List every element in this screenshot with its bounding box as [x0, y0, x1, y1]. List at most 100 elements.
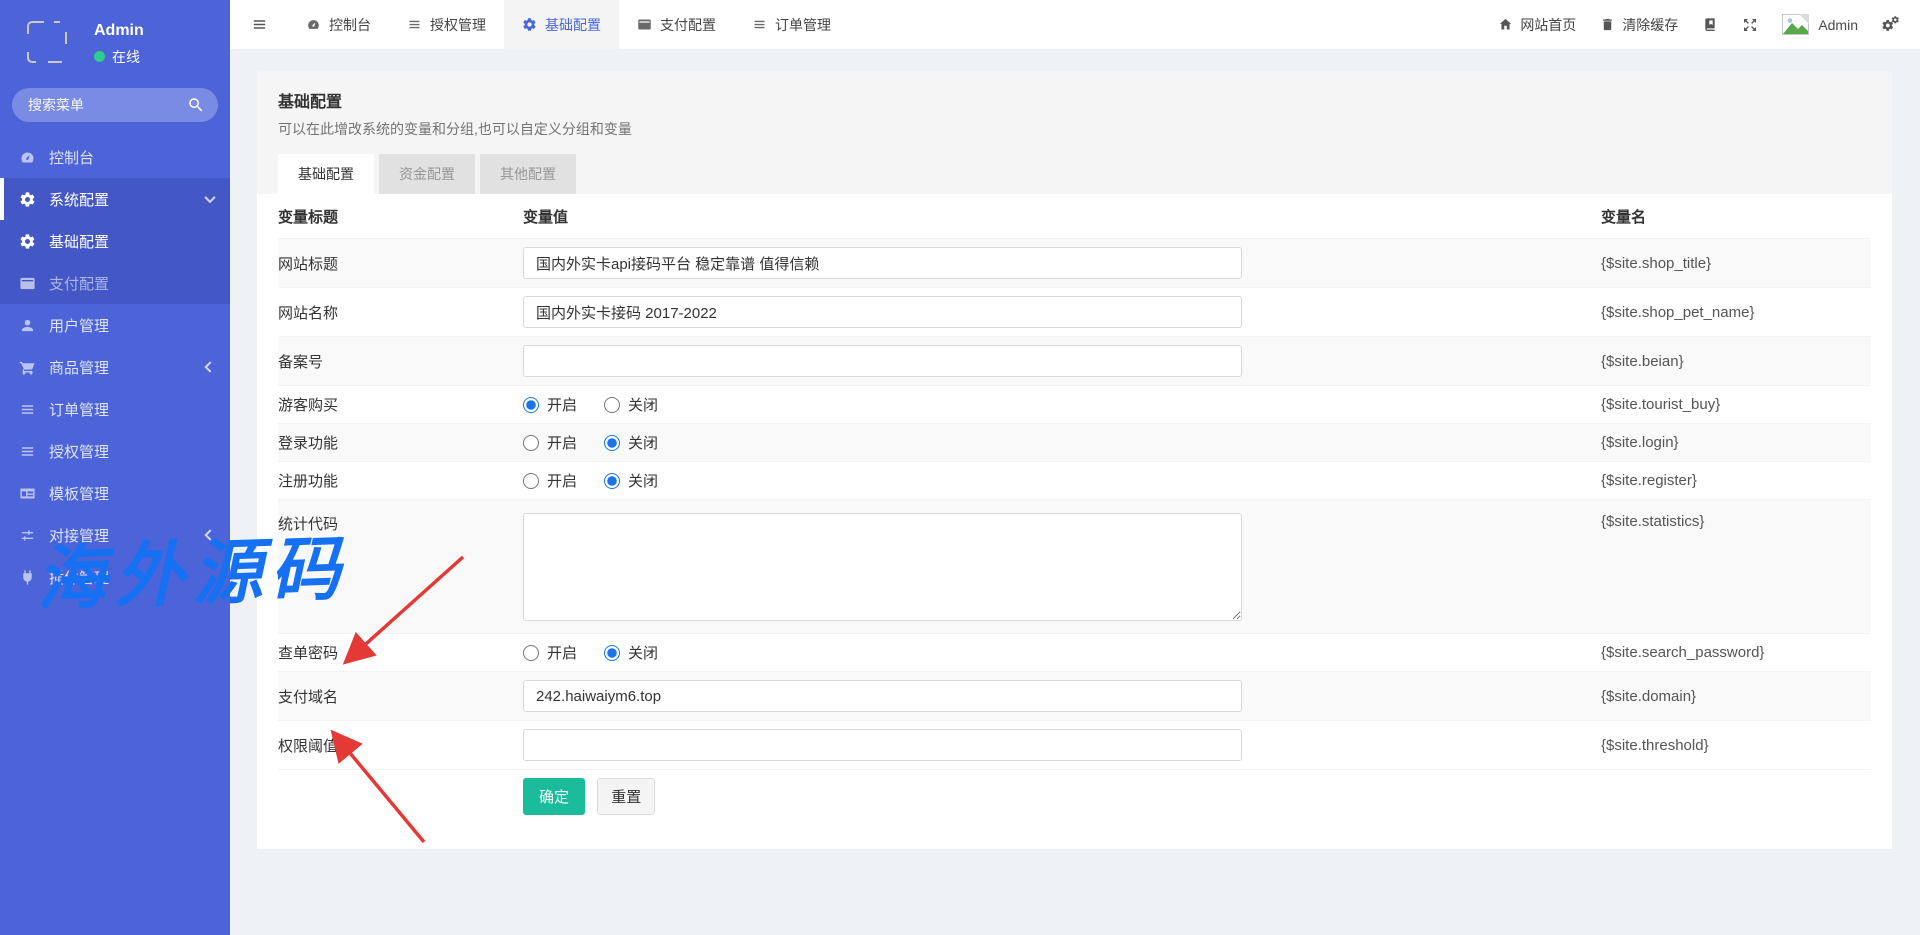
- col-header-title: 变量标题: [278, 194, 523, 239]
- sidebar-item-system-config[interactable]: 系统配置: [0, 178, 230, 220]
- settings-menu-button[interactable]: [1882, 16, 1900, 33]
- topbar-tabs: 控制台 授权管理 基础配置 支付配置 订单管理: [288, 0, 849, 49]
- user-icon: [19, 317, 36, 334]
- page-subtitle: 可以在此增改系统的变量和分组,也可以自定义分组和变量: [278, 119, 1871, 139]
- site-home-label: 网站首页: [1520, 15, 1576, 35]
- variable-name: {$site.shop_pet_name}: [1601, 288, 1871, 337]
- topbar-right: 网站首页 清除缓存: [1498, 0, 1920, 49]
- user-status: 在线: [94, 47, 144, 67]
- plug-icon: [19, 569, 36, 586]
- radio-option-off[interactable]: 关闭: [604, 432, 658, 453]
- tab-auth-management[interactable]: 授权管理: [389, 0, 504, 49]
- sidebar-item-payment-config[interactable]: 支付配置: [0, 262, 230, 304]
- radio-off[interactable]: [604, 473, 620, 489]
- tab-dashboard[interactable]: 控制台: [288, 0, 389, 49]
- site-title-input[interactable]: [523, 247, 1242, 279]
- table-row: 网站标题 {$site.shop_title}: [278, 239, 1871, 288]
- list-icon: [19, 401, 36, 418]
- sidebar-item-order-management[interactable]: 订单管理: [0, 388, 230, 430]
- radio-option-off[interactable]: 关闭: [604, 470, 658, 491]
- radio-label: 开启: [547, 432, 577, 453]
- reset-button[interactable]: 重置: [597, 778, 655, 815]
- login-radio-group: 开启 关闭: [523, 432, 1601, 453]
- clear-cache-button[interactable]: 清除缓存: [1600, 15, 1678, 35]
- sliders-icon: [19, 527, 36, 544]
- sidebar-item-template-management[interactable]: 模板管理: [0, 472, 230, 514]
- radio-on[interactable]: [523, 435, 539, 451]
- admin-username: Admin: [1818, 17, 1858, 33]
- radio-option-on[interactable]: 开启: [523, 642, 577, 663]
- col-header-value: 变量值: [523, 194, 1601, 239]
- table-row: 登录功能 开启 关闭: [278, 424, 1871, 462]
- icp-number-input[interactable]: [523, 345, 1242, 377]
- field-label: 登录功能: [278, 424, 523, 462]
- variable-name: {$site.tourist_buy}: [1601, 386, 1871, 424]
- radio-option-on[interactable]: 开启: [523, 470, 577, 491]
- radio-option-off[interactable]: 关闭: [604, 642, 658, 663]
- radio-off[interactable]: [604, 435, 620, 451]
- trash-icon: [1600, 17, 1615, 32]
- admin-user-menu[interactable]: Admin: [1782, 14, 1858, 35]
- sidebar-item-goods-management[interactable]: 商品管理: [0, 346, 230, 388]
- gauge-icon: [306, 17, 321, 32]
- radio-on[interactable]: [523, 397, 539, 413]
- search-password-radio-group: 开启 关闭: [523, 642, 1601, 663]
- gear-icon: [19, 233, 36, 250]
- field-label: 注册功能: [278, 462, 523, 500]
- sidebar-item-dashboard[interactable]: 控制台: [0, 136, 230, 178]
- tab-funds[interactable]: 资金配置: [379, 154, 475, 194]
- sidebar-item-label: 支付配置: [49, 273, 109, 294]
- tab-other[interactable]: 其他配置: [480, 154, 576, 194]
- tab-basic-config[interactable]: 基础配置: [504, 0, 619, 49]
- tab-basic[interactable]: 基础配置: [278, 154, 374, 194]
- sidebar-search: [12, 88, 218, 122]
- chevron-down-icon: [204, 192, 215, 203]
- sidebar-item-label: 插件管理: [49, 567, 109, 588]
- list-icon: [407, 17, 422, 32]
- hamburger-icon: [251, 16, 268, 33]
- radio-off[interactable]: [604, 645, 620, 661]
- radio-label: 关闭: [628, 394, 658, 415]
- field-label: 备案号: [278, 337, 523, 386]
- page-title: 基础配置: [278, 88, 1871, 112]
- col-header-name: 变量名: [1601, 194, 1871, 239]
- radio-label: 开启: [547, 470, 577, 491]
- radio-option-off[interactable]: 关闭: [604, 394, 658, 415]
- register-radio-group: 开启 关闭: [523, 470, 1601, 491]
- field-label: 查单密码: [278, 634, 523, 672]
- payment-domain-input[interactable]: [523, 680, 1242, 712]
- sidebar-item-label: 基础配置: [49, 231, 109, 252]
- radio-on[interactable]: [523, 645, 539, 661]
- search-icon[interactable]: [187, 96, 205, 114]
- sidebar-item-basic-config[interactable]: 基础配置: [0, 220, 230, 262]
- site-name-input[interactable]: [523, 296, 1242, 328]
- radio-option-on[interactable]: 开启: [523, 394, 577, 415]
- variable-name: {$site.statistics}: [1601, 500, 1871, 634]
- fullscreen-button[interactable]: [1742, 17, 1758, 33]
- table-row: 备案号 {$site.beian}: [278, 337, 1871, 386]
- variable-name: {$site.threshold}: [1601, 721, 1871, 770]
- tab-order-management[interactable]: 订单管理: [734, 0, 849, 49]
- list-icon: [752, 17, 767, 32]
- radio-option-on[interactable]: 开启: [523, 432, 577, 453]
- home-icon: [1498, 17, 1513, 32]
- variable-name: {$site.domain}: [1601, 672, 1871, 721]
- threshold-input[interactable]: [523, 729, 1242, 761]
- fullscreen-icon: [1742, 17, 1758, 33]
- sidebar-item-auth-management[interactable]: 授权管理: [0, 430, 230, 472]
- radio-on[interactable]: [523, 473, 539, 489]
- sidebar-item-docking-management[interactable]: 对接管理: [0, 514, 230, 556]
- sidebar-item-user-management[interactable]: 用户管理: [0, 304, 230, 346]
- variable-name: {$site.register}: [1601, 462, 1871, 500]
- tab-payment-config[interactable]: 支付配置: [619, 0, 734, 49]
- credit-card-icon: [19, 275, 36, 292]
- variable-name: {$site.shop_title}: [1601, 239, 1871, 288]
- radio-off[interactable]: [604, 397, 620, 413]
- tab-label: 基础配置: [545, 15, 601, 35]
- submit-button[interactable]: 确定: [523, 778, 585, 815]
- sidebar-toggle-button[interactable]: [230, 0, 288, 49]
- site-home-link[interactable]: 网站首页: [1498, 15, 1576, 35]
- sidebar-item-plugin-management[interactable]: 插件管理: [0, 556, 230, 598]
- docs-language-button[interactable]: [1702, 17, 1718, 33]
- statistics-code-textarea[interactable]: [523, 513, 1242, 621]
